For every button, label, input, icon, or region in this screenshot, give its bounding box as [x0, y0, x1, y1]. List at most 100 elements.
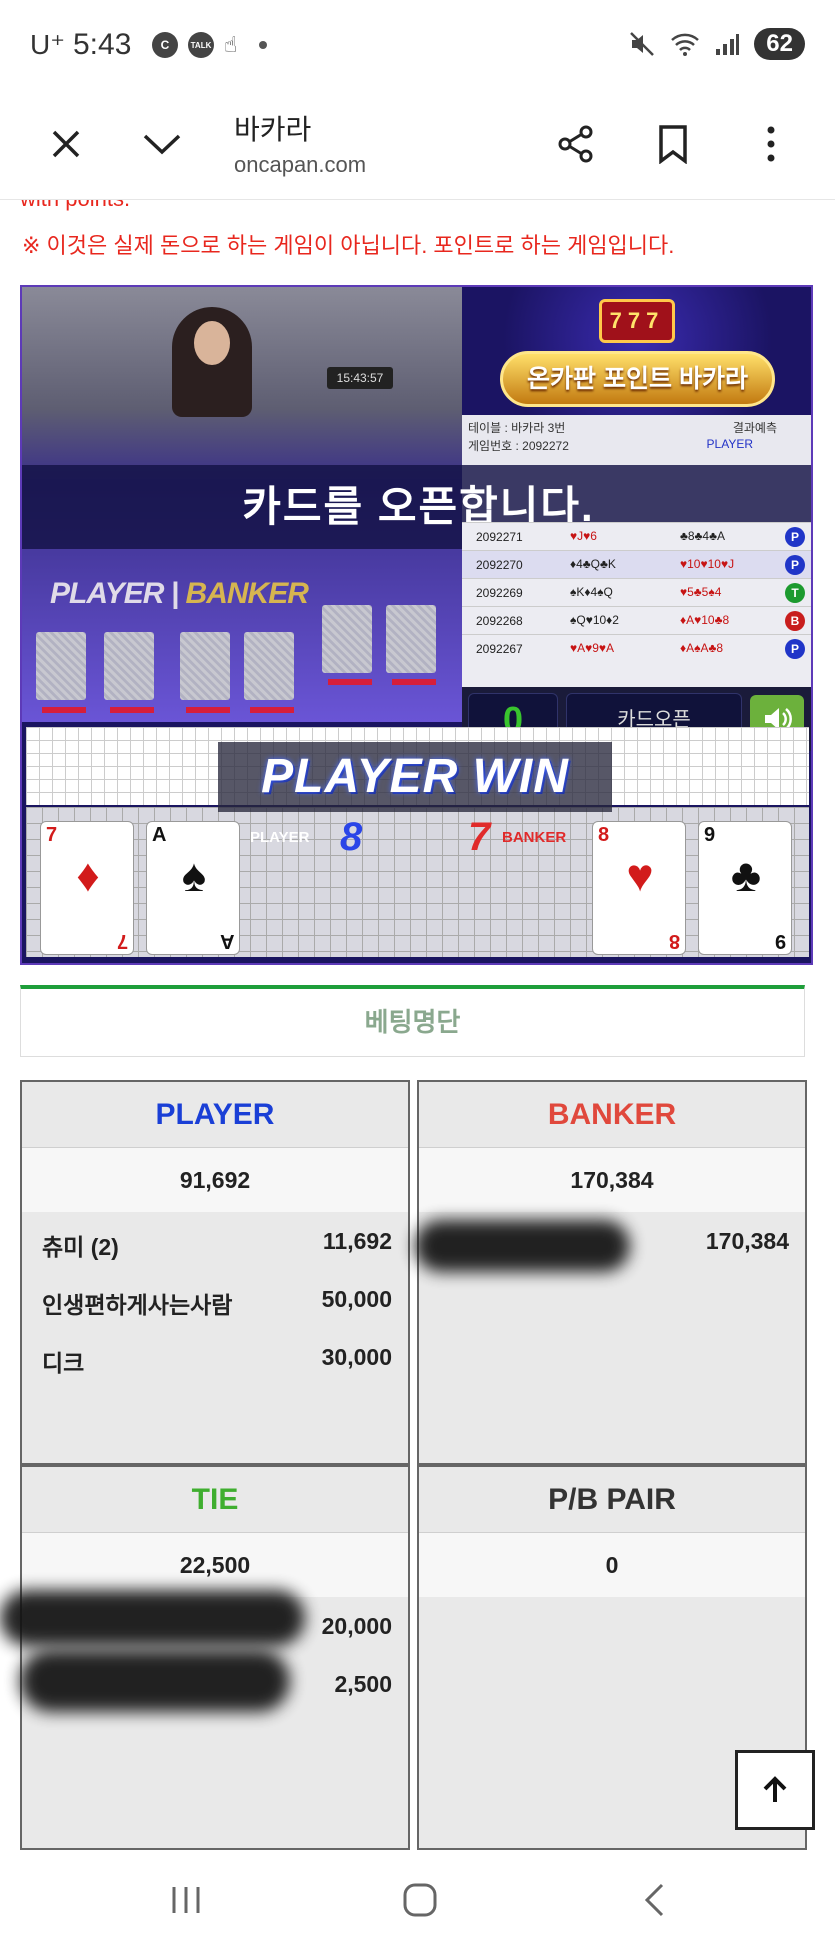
player-bet-total: 91,692 [22, 1148, 408, 1212]
bookmark-button[interactable] [645, 116, 701, 172]
history-id: 2092271 [476, 530, 523, 544]
card-rank-bottom: A [219, 930, 234, 952]
clock-text: 5:43 [73, 28, 132, 61]
card-suit: ♣ [730, 849, 762, 901]
red-marker [392, 679, 436, 685]
history-player-cards: ♠Q♥10♦2 [570, 613, 619, 627]
back-button[interactable] [624, 1874, 684, 1926]
banker-bet-total: 170,384 [419, 1148, 805, 1212]
status-time: U⁺ 5:43 [30, 28, 131, 62]
bet-amount: 2,500 [334, 1671, 392, 1697]
history-row: 2092269 ♠K♦4♠Q ♥5♣5♠4 T [462, 578, 811, 606]
chevron-down-icon [143, 134, 181, 155]
page-title: 바카라 [234, 114, 312, 145]
history-banker-cards: ♥5♣5♠4 [680, 585, 722, 599]
redaction-smudge [415, 1220, 630, 1272]
share-button[interactable] [548, 116, 604, 172]
player-card-1: 7 ♦ 7 [40, 821, 134, 955]
card-rank: 7 [46, 824, 58, 846]
talk-icon: TALK [188, 32, 214, 58]
red-marker [110, 707, 154, 713]
card-rank: A [152, 824, 167, 846]
bettor-name: 츄미 (2) [42, 1234, 119, 1260]
card-slot [36, 632, 86, 700]
more-menu-button[interactable] [743, 116, 799, 172]
history-player-cards: ♦4♣Q♣K [570, 557, 616, 571]
card-slot [180, 632, 230, 700]
browser-toolbar: 바카라 oncapan.com [0, 92, 835, 200]
history-banker-cards: ♦A♠A♣8 [680, 641, 724, 655]
notice-text: ※ 이것은 실제 돈으로 하는 게임이 아닙니다. 포인트로 하는 게임입니다. [22, 233, 675, 258]
player-score-label: PLAYER [250, 829, 310, 846]
card-suit: ♦ [76, 849, 100, 901]
red-marker [328, 679, 372, 685]
history-id: 2092269 [476, 586, 523, 600]
signal-icon [716, 34, 740, 55]
card-rank-bottom: 8 [668, 930, 680, 952]
history-banker-cards: ♦A♥10♣8 [680, 613, 730, 627]
status-right-icons: 62 [628, 28, 805, 60]
history-player-cards: ♥J♥6 [570, 529, 597, 543]
history-result: P [785, 639, 805, 659]
page-url[interactable]: oncapan.com [234, 152, 366, 178]
page-content: with points. ※ 이것은 실제 돈으로 하는 게임이 아닙니다. 포… [0, 200, 835, 1850]
history-result: B [785, 611, 805, 631]
game-logo-panel: 777 온카판 포인트 바카라 [462, 287, 811, 415]
pair-bet-header: P/B PAIR [419, 1467, 805, 1533]
bead-road-scoreboard [26, 807, 809, 957]
history-player-cards: ♠K♦4♠Q [570, 585, 613, 599]
history-row: 2092270 ♦4♣Q♣K ♥10♥10♥J P [462, 550, 811, 578]
table-player-text: PLAYER [50, 577, 164, 610]
table-banker-text: BANKER [185, 577, 309, 610]
bet-row: 츄미 (2) 11,692 [42, 1222, 392, 1262]
history-banker-cards: ♥10♥10♥J [680, 557, 735, 571]
status-bar: U⁺ 5:43 C TALK ☝ 62 [0, 0, 835, 92]
tie-bet-header: TIE [22, 1467, 408, 1533]
close-tab-button[interactable] [38, 116, 94, 172]
tie-bet-total: 22,500 [22, 1533, 408, 1597]
card-suit: ♠ [181, 849, 207, 901]
carrier-label: U⁺ [30, 29, 65, 60]
bet-amount: 11,692 [322, 1228, 392, 1254]
table-clock: 15:43:57 [327, 367, 393, 389]
mute-icon [630, 32, 655, 56]
home-icon [403, 1883, 437, 1917]
battery-indicator: 62 [754, 28, 805, 60]
card-rank-bottom: 9 [774, 930, 786, 952]
card-slot [322, 605, 372, 673]
card-slot [104, 632, 154, 700]
history-row: 2092267 ♥A♥9♥A ♦A♠A♣8 P [462, 634, 811, 662]
red-marker [42, 707, 86, 713]
card-rank: 8 [598, 824, 610, 846]
recents-button[interactable] [156, 1874, 216, 1926]
table-pb-label: PLAYER | BANKER [50, 577, 309, 610]
bet-amount: 170,384 [705, 1228, 789, 1254]
collapse-button[interactable] [134, 116, 190, 172]
banker-score-label: BANKER [502, 829, 567, 846]
redaction-smudge [20, 1650, 290, 1712]
scroll-to-top-button[interactable] [735, 1750, 815, 1830]
more-notifications-dot [259, 41, 268, 49]
history-row: 2092268 ♠Q♥10♦2 ♦A♥10♣8 B [462, 606, 811, 634]
player-bet-header: PLAYER [22, 1082, 408, 1148]
close-icon [52, 130, 80, 158]
card-slot [244, 632, 294, 700]
share-icon [558, 125, 593, 163]
dealer-face [194, 321, 230, 365]
bettor-name: 디크 [42, 1350, 85, 1376]
card-rank-bottom: 7 [116, 930, 128, 952]
banker-bet-header: BANKER [419, 1082, 805, 1148]
notice-english-cut: with points. [20, 200, 130, 212]
history-player-cards: ♥A♥9♥A [570, 641, 615, 655]
bookmark-icon [659, 125, 687, 164]
card-suit: ♥ [626, 849, 654, 901]
bet-row: 인생편하게사는사람 50,000 [42, 1280, 392, 1320]
banker-score: 7 [468, 815, 491, 859]
player-card-2: A ♠ A [146, 821, 240, 955]
more-vertical-icon [767, 126, 775, 162]
history-row: 2092271 ♥J♥6 ♣8♣4♣A P [462, 522, 811, 550]
prediction-player-label: PLAYER [706, 437, 753, 451]
c-app-icon: C [152, 32, 178, 58]
wifi-icon [671, 33, 700, 56]
home-button[interactable] [390, 1874, 450, 1926]
